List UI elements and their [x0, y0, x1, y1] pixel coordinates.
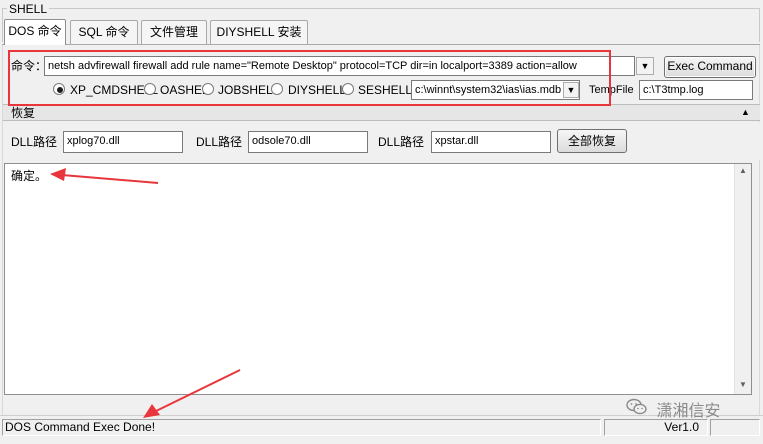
chevron-down-icon: ▼ — [566, 85, 576, 95]
command-label: 命令： — [11, 59, 48, 73]
dll-path-label-1: DLL路径 — [11, 135, 58, 149]
tempfile-label: TempFile — [589, 84, 634, 96]
dll-path-input-1[interactable]: xplog70.dll — [63, 131, 183, 153]
radio-label-diyshell[interactable]: DIYSHELL — [288, 83, 346, 97]
collapse-up-icon[interactable]: ▲ — [741, 107, 750, 117]
exec-command-button[interactable]: Exec Command — [664, 56, 756, 78]
status-version: Ver1.0 — [604, 419, 708, 436]
dll-path-label-2: DLL路径 — [196, 135, 243, 149]
dll-path-label-3: DLL路径 — [378, 135, 425, 149]
command-input[interactable]: netsh advfirewall firewall add rule name… — [44, 56, 635, 76]
scroll-up-icon[interactable]: ▲ — [739, 166, 747, 175]
output-scrollbar[interactable]: ▲ ▼ — [734, 164, 751, 394]
tab-sql-command[interactable]: SQL 命令 — [70, 20, 138, 44]
output-text: 确定。 — [11, 169, 48, 183]
radio-jobshell[interactable] — [202, 83, 214, 95]
mdb-path-value: c:\winnt\system32\ias\ias.mdb — [415, 84, 562, 96]
watermark-text: 潇湘信安 — [656, 403, 721, 420]
command-history-dropdown[interactable]: ▼ — [636, 57, 654, 75]
tab-file-manager[interactable]: 文件管理 — [141, 20, 207, 44]
dll-path-input-2[interactable]: odsole70.dll — [248, 131, 368, 153]
restore-section-label: 恢复 — [11, 106, 36, 120]
radio-selected-icon — [53, 83, 65, 95]
status-panel-empty — [710, 419, 760, 436]
mdb-path-dropdown[interactable]: ▼ — [563, 82, 579, 98]
tab-dos-command[interactable]: DOS 命令 — [4, 19, 66, 45]
group-title: SHELL — [7, 2, 50, 16]
radio-diyshell[interactable] — [271, 83, 283, 95]
dll-path-input-3[interactable]: xpstar.dll — [431, 131, 551, 153]
scroll-down-icon[interactable]: ▼ — [739, 380, 747, 389]
output-textarea[interactable]: 确定。 — [4, 163, 752, 395]
watermark: 潇湘信安 — [626, 397, 720, 421]
wechat-icon — [626, 398, 648, 421]
tempfile-input[interactable]: c:\T3tmp.log — [639, 80, 753, 100]
restore-section-header[interactable]: 恢复 ▲ — [3, 104, 760, 121]
chevron-down-icon: ▼ — [640, 61, 650, 71]
radio-label-seshell[interactable]: SESHELL — [358, 83, 412, 97]
radio-dot-icon — [57, 87, 63, 93]
mdb-path-select[interactable]: c:\winnt\system32\ias\ias.mdb — [411, 80, 580, 100]
radio-seshell[interactable] — [342, 83, 354, 95]
tab-diyshell-install[interactable]: DIYSHELL 安装 — [210, 20, 308, 44]
radio-oashel[interactable] — [144, 83, 156, 95]
restore-all-button[interactable]: 全部恢复 — [557, 129, 627, 153]
status-message: DOS Command Exec Done! — [2, 419, 601, 436]
